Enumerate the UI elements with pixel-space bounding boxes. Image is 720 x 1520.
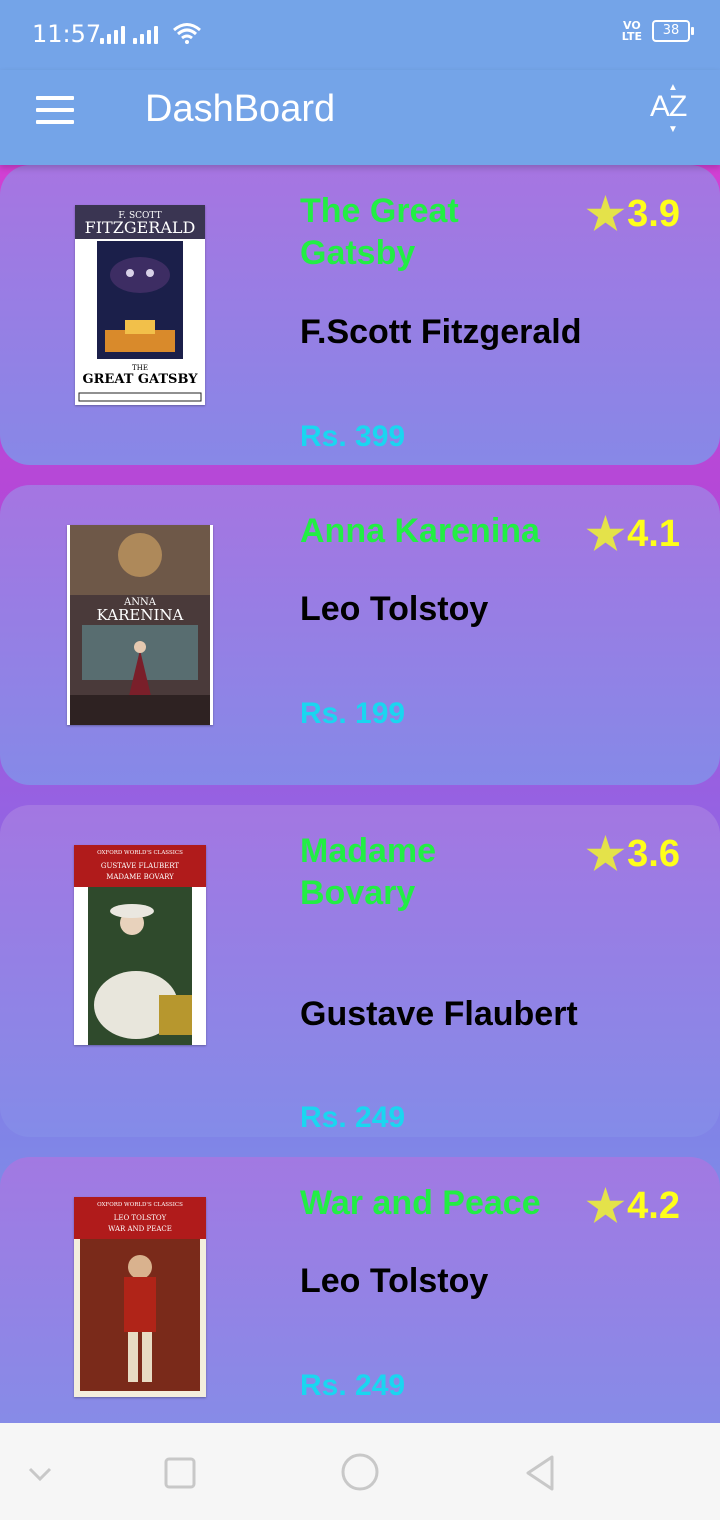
star-icon: ★ [585, 189, 626, 239]
book-card-great-gatsby[interactable]: F. SCOTT FITZGERALD THE GREAT GATSBY The… [0, 165, 720, 465]
status-bar: 11:57 VO LTE 38 [0, 0, 720, 70]
book-card-war-and-peace[interactable]: OXFORD WORLD'S CLASSICS LEO TOLSTOY WAR … [0, 1157, 720, 1423]
battery-icon: 38 [652, 20, 694, 42]
book-price: Rs. 249 [300, 1369, 406, 1402]
book-author: F.Scott Fitzgerald [300, 313, 582, 351]
book-title: Anna Karenina [300, 512, 540, 550]
app-bar: DashBoard ▲ AZ ▼ [0, 70, 720, 165]
svg-text:GUSTAVE FLAUBERT: GUSTAVE FLAUBERT [101, 862, 180, 870]
rating: ★ 3.6 [585, 829, 680, 879]
svg-text:THE: THE [132, 364, 148, 372]
svg-text:KARENINA: KARENINA [97, 606, 184, 624]
svg-text:OXFORD WORLD'S CLASSICS: OXFORD WORLD'S CLASSICS [97, 850, 183, 856]
svg-text:WAR AND PEACE: WAR AND PEACE [108, 1225, 172, 1233]
system-nav-bar [0, 1423, 720, 1520]
book-price: Rs. 249 [300, 1101, 406, 1134]
wifi-icon [173, 23, 201, 44]
star-icon: ★ [585, 1181, 626, 1231]
page-title: DashBoard [145, 88, 336, 130]
book-author: Leo Tolstoy [300, 1262, 489, 1300]
status-icons-left [100, 22, 202, 44]
rating: ★ 4.2 [585, 1181, 680, 1231]
hamburger-menu-icon[interactable] [36, 96, 76, 126]
recents-square-icon[interactable] [160, 1453, 200, 1493]
svg-text:MADAME BOVARY: MADAME BOVARY [106, 873, 174, 881]
book-cover-madame-bovary: OXFORD WORLD'S CLASSICS GUSTAVE FLAUBERT… [74, 845, 206, 1045]
svg-text:OXFORD WORLD'S CLASSICS: OXFORD WORLD'S CLASSICS [97, 1202, 183, 1208]
star-icon: ★ [585, 829, 626, 879]
svg-text:GREAT GATSBY: GREAT GATSBY [83, 372, 199, 387]
book-title: Madame Bovary [300, 832, 437, 912]
star-icon: ★ [585, 509, 626, 559]
book-list: F. SCOTT FITZGERALD THE GREAT GATSBY The… [0, 165, 720, 1423]
rating: ★ 3.9 [585, 189, 680, 239]
book-price: Rs. 199 [300, 697, 406, 730]
book-title: The Great Gatsby [300, 192, 459, 272]
rating: ★ 4.1 [585, 509, 680, 559]
book-card-anna-karenina[interactable]: ANNA KARENINA Anna Karenina ★ 4.1 Leo To… [0, 485, 720, 785]
signal-2-icon [133, 24, 158, 44]
book-author: Leo Tolstoy [300, 590, 489, 628]
book-cover-war-and-peace: OXFORD WORLD'S CLASSICS LEO TOLSTOY WAR … [74, 1197, 206, 1397]
svg-text:LEO TOLSTOY: LEO TOLSTOY [114, 1214, 167, 1222]
book-price: Rs. 399 [300, 420, 406, 453]
svg-text:FITZGERALD: FITZGERALD [85, 218, 196, 237]
status-icons-right: VO LTE 38 [621, 19, 694, 43]
volte-icon: VO LTE [621, 19, 642, 43]
book-title: War and Peace [300, 1184, 541, 1222]
status-time: 11:57 [32, 20, 102, 48]
nav-down-icon[interactable] [20, 1453, 60, 1493]
home-circle-icon[interactable] [338, 1450, 382, 1494]
book-cover-great-gatsby: F. SCOTT FITZGERALD THE GREAT GATSBY [75, 205, 205, 405]
sort-az-icon[interactable]: ▲ AZ ▼ [650, 82, 692, 135]
back-triangle-icon[interactable] [520, 1453, 560, 1493]
book-cover-anna-karenina: ANNA KARENINA [67, 525, 213, 725]
book-author: Gustave Flaubert [300, 995, 578, 1033]
book-card-madame-bovary[interactable]: OXFORD WORLD'S CLASSICS GUSTAVE FLAUBERT… [0, 805, 720, 1137]
signal-1-icon [100, 24, 125, 44]
